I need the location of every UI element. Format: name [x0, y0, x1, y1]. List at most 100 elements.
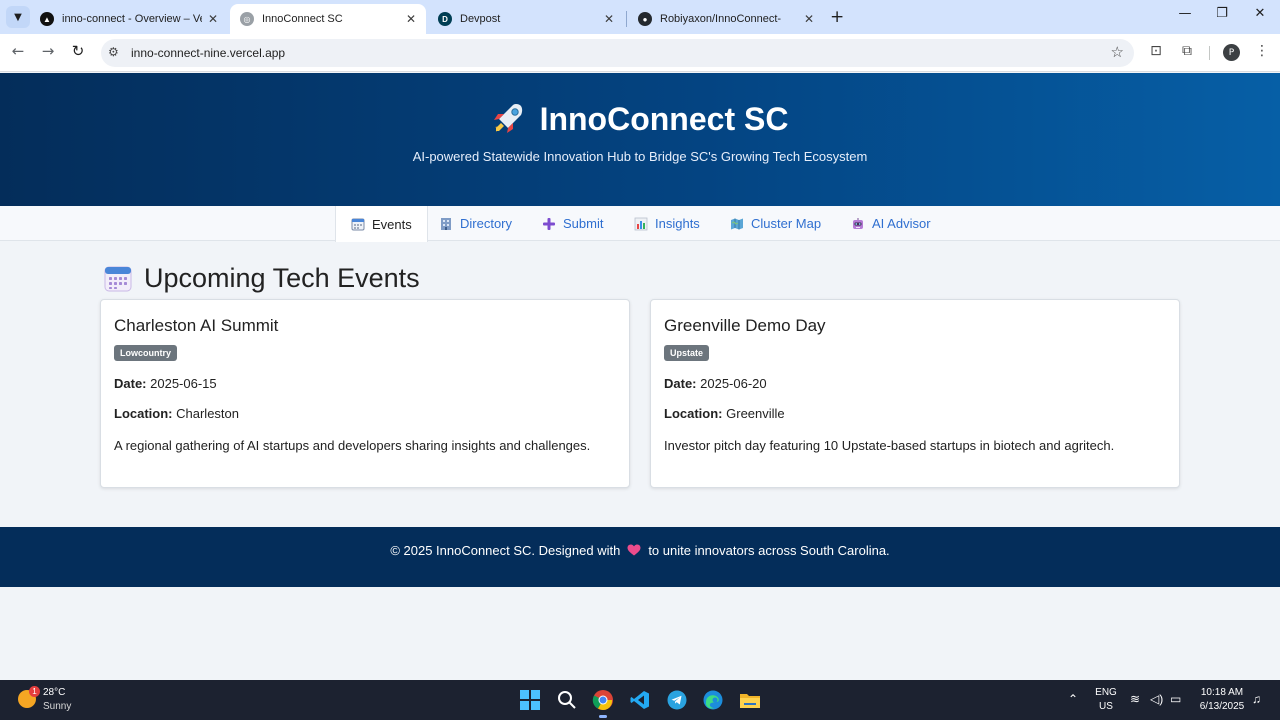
vercel-triangle-icon: ▲: [40, 12, 54, 26]
tab-devpost[interactable]: D Devpost ✕: [428, 4, 624, 34]
robot-icon: [853, 217, 863, 229]
hero-banner: InnoConnect SC AI-powered Statewide Inno…: [0, 73, 1280, 206]
location-value: Greenville: [726, 406, 785, 421]
minimize-icon[interactable]: —: [1175, 6, 1195, 21]
tab-github[interactable]: ● Robiyaxon/InnoConnect- ✕: [628, 4, 824, 34]
location-label: Location:: [664, 406, 723, 421]
nav-tab-ai-advisor[interactable]: AI Advisor: [836, 206, 946, 241]
chrome-icon[interactable]: [591, 688, 615, 718]
bookmark-star-icon[interactable]: ☆: [1111, 43, 1124, 61]
date-value: 2025-06-15: [150, 376, 217, 391]
tab-title: Robiyaxon/InnoConnect-: [660, 13, 782, 25]
main-nav: Events Directory Submit Insights Cluster…: [0, 206, 1280, 242]
nav-tab-cluster-map[interactable]: Cluster Map: [715, 206, 836, 241]
extensions-icon[interactable]: ⧉: [1177, 43, 1197, 59]
close-icon[interactable]: ✕: [604, 12, 614, 26]
address-bar-url[interactable]: inno-connect-nine.vercel.app: [131, 46, 285, 60]
location-value: Charleston: [176, 406, 239, 421]
event-card: Greenville Demo Day Upstate Date: 2025-0…: [650, 299, 1180, 488]
browser-toolbar: ← → ↻ ⚙ inno-connect-nine.vercel.app ☆ ⊡…: [0, 34, 1280, 72]
map-icon: [731, 218, 743, 229]
date-label: Date:: [664, 376, 697, 391]
clock-date[interactable]: 6/13/2025: [1193, 701, 1251, 712]
nav-tab-label: Insights: [655, 216, 700, 231]
tab-title: Devpost: [460, 13, 501, 25]
hero-subtitle: AI-powered Statewide Innovation Hub to B…: [412, 149, 868, 164]
tab-separator: [626, 11, 627, 27]
volume-icon[interactable]: ◁): [1150, 692, 1163, 706]
date-value: 2025-06-20: [700, 376, 767, 391]
close-icon[interactable]: ✕: [406, 12, 416, 26]
event-description: A regional gathering of AI startups and …: [114, 438, 591, 453]
site-info-icon[interactable]: ⚙: [108, 45, 119, 59]
translate-icon[interactable]: ⊡: [1146, 43, 1166, 59]
footer-text-start: © 2025 InnoConnect SC. Designed with: [390, 543, 621, 558]
event-title: Charleston AI Summit: [114, 316, 279, 335]
profile-avatar[interactable]: P: [1223, 44, 1240, 61]
forward-arrow-icon[interactable]: →: [38, 42, 58, 60]
nav-tab-directory[interactable]: Directory: [424, 206, 527, 241]
search-icon[interactable]: [555, 688, 579, 712]
calendar-icon: [351, 218, 365, 231]
tab-vercel[interactable]: ▲ inno-connect - Overview – Verc ✕: [30, 4, 228, 34]
toolbar-divider: [1209, 46, 1210, 60]
notification-badge: 1: [29, 686, 40, 697]
new-tab-button[interactable]: +: [830, 7, 844, 27]
tab-search-button[interactable]: ▼: [6, 6, 30, 28]
nav-tab-label: Submit: [563, 216, 604, 231]
event-description: Investor pitch day featuring 10 Upstate-…: [664, 438, 1115, 453]
close-icon[interactable]: ✕: [208, 12, 218, 26]
tab-title: InnoConnect SC: [262, 13, 343, 25]
section-heading: Upcoming Tech Events: [104, 262, 420, 294]
file-explorer-icon[interactable]: [738, 688, 762, 712]
weather-condition: Sunny: [43, 701, 72, 712]
hero-title: InnoConnect SC: [539, 101, 789, 137]
plus-icon: [543, 217, 555, 230]
section-title: Upcoming Tech Events: [144, 262, 420, 293]
github-icon: ●: [638, 12, 652, 26]
clock-time[interactable]: 10:18 AM: [1193, 687, 1251, 698]
more-menu-icon[interactable]: ⋮: [1252, 43, 1272, 59]
windows-taskbar: 1 28°C Sunny ⌃ ENG US ≋ ◁) ▭ 10:18 AM 6/…: [0, 680, 1280, 720]
weather-temperature: 28°C: [43, 687, 66, 698]
nav-tab-label: Directory: [460, 216, 513, 231]
telegram-icon[interactable]: [665, 688, 689, 712]
chevron-down-icon: ▼: [14, 11, 22, 23]
wifi-icon[interactable]: ≋: [1130, 692, 1140, 706]
event-card: Charleston AI Summit Lowcountry Date: 20…: [100, 299, 630, 488]
chevron-up-icon[interactable]: ⌃: [1068, 692, 1078, 706]
reload-icon[interactable]: ↻: [68, 42, 88, 60]
windows-start-icon[interactable]: [518, 688, 542, 712]
region-badge: Lowcountry: [114, 345, 177, 361]
language-region[interactable]: US: [1094, 701, 1118, 712]
location-label: Location:: [114, 406, 173, 421]
nav-tab-events[interactable]: Events: [335, 206, 428, 242]
date-label: Date:: [114, 376, 147, 391]
event-location: Location: Greenville: [664, 406, 1166, 421]
battery-icon[interactable]: ▭: [1170, 692, 1181, 706]
heart-icon: [627, 544, 641, 556]
bar-chart-icon: [634, 217, 648, 230]
devpost-icon: D: [438, 12, 452, 26]
close-icon[interactable]: ✕: [804, 12, 814, 26]
address-bar[interactable]: ⚙ inno-connect-nine.vercel.app ☆: [101, 39, 1134, 67]
event-date: Date: 2025-06-20: [664, 376, 1166, 391]
close-window-icon[interactable]: ✕: [1250, 6, 1270, 21]
back-arrow-icon[interactable]: ←: [8, 42, 28, 60]
event-title: Greenville Demo Day: [664, 316, 826, 335]
calendar-icon: [104, 266, 132, 292]
building-icon: [441, 217, 451, 230]
nav-tab-label: AI Advisor: [872, 216, 931, 231]
browser-tab-strip: ▼ ▲ inno-connect - Overview – Verc ✕ ◎ I…: [0, 0, 1280, 34]
hero-title-row: InnoConnect SC: [0, 101, 1280, 138]
edge-icon[interactable]: [701, 688, 725, 712]
vscode-icon[interactable]: [628, 688, 652, 712]
restore-icon[interactable]: ❐: [1212, 6, 1232, 21]
nav-tab-submit[interactable]: Submit: [527, 206, 618, 241]
language-code[interactable]: ENG: [1094, 687, 1118, 698]
event-location: Location: Charleston: [114, 406, 616, 421]
nav-tab-insights[interactable]: Insights: [619, 206, 715, 241]
globe-icon: ◎: [240, 12, 254, 26]
tab-innoconnect[interactable]: ◎ InnoConnect SC ✕: [230, 4, 426, 34]
notification-bell-icon[interactable]: ♫: [1252, 692, 1261, 706]
